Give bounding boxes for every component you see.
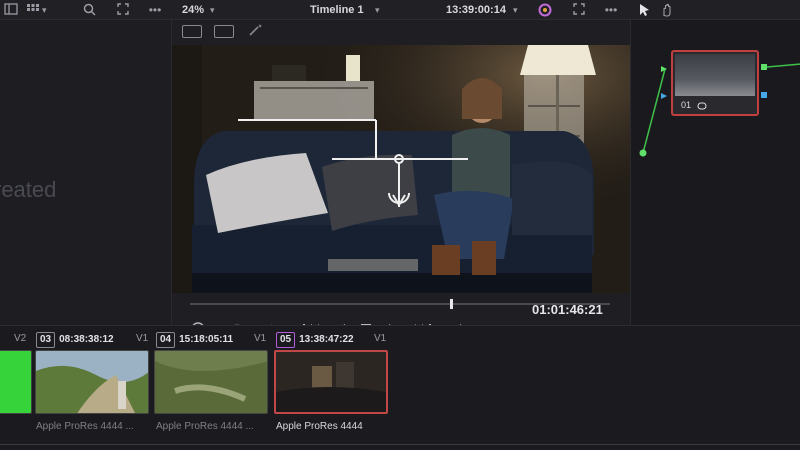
clip-thumbnail [36, 351, 148, 413]
clip-number: 05 [276, 332, 296, 348]
chevron-down-icon[interactable]: ▾ [42, 3, 47, 17]
node-corrector-icon [697, 102, 707, 110]
node-input-dot [639, 149, 647, 157]
clip-header: 05 13:38:47:22 [276, 332, 354, 348]
clip-timecode: 08:38:38:12 [59, 334, 114, 345]
expand-icon[interactable] [116, 3, 130, 17]
node-rgb-output-icon [761, 64, 767, 70]
clip-codec: Apple ProRes 4444 ... [36, 421, 134, 432]
record-timecode: 01:01:46:21 [532, 302, 603, 317]
clip-timeline: V2 03 08:38:38:12 V1 Apple ProRes 4444 ..… [0, 325, 800, 450]
left-panel-status-text: reated [0, 177, 57, 202]
timeline-clip[interactable] [35, 350, 149, 414]
node-editor-panel[interactable]: 01 [630, 20, 800, 325]
track-label: V2 [14, 333, 27, 344]
node-thumbnail [675, 54, 755, 96]
magic-wand-icon[interactable] [248, 23, 264, 40]
node-label: 01 [681, 100, 707, 110]
clip-header: 03 08:38:38:12 [36, 332, 114, 348]
resolve-color-page: ▾ ••• 24% ▾ Timeline 1 ▾ 13:39:00:14 ▾ •… [0, 0, 800, 450]
track-label: V1 [374, 333, 387, 344]
timeline-ruler[interactable] [0, 444, 800, 450]
top-toolbar: ▾ ••• 24% ▾ Timeline 1 ▾ 13:39:00:14 ▾ •… [0, 0, 800, 20]
clip-timecode: 13:38:47:22 [299, 334, 354, 345]
timeline-clip-selected[interactable] [274, 350, 388, 414]
viewer-video-frame[interactable] [172, 45, 630, 293]
timeline-chevron-icon[interactable]: ▾ [375, 3, 380, 17]
node-alpha-output-icon [761, 92, 767, 98]
clip-number: 04 [156, 332, 176, 348]
more-icon[interactable]: ••• [604, 3, 618, 17]
track-label: V1 [136, 333, 149, 344]
left-panel: reated [0, 20, 172, 325]
pointer-icon[interactable] [638, 3, 652, 17]
grid-icon[interactable] [26, 3, 40, 17]
split-screen-icon[interactable] [214, 25, 234, 38]
clip-timecode: 15:18:05:11 [179, 334, 234, 345]
zoom-level[interactable]: 24% [182, 3, 204, 17]
viewer-mode-icon[interactable] [182, 25, 202, 38]
viewer-area: 01:01:46:21 [172, 20, 630, 336]
clip-codec: Apple ProRes 4444 ... [156, 421, 254, 432]
clip-header: 04 15:18:05:11 [156, 332, 234, 348]
fullscreen-icon[interactable] [572, 3, 586, 17]
timeline-clip[interactable] [0, 350, 32, 414]
more-icon[interactable]: ••• [148, 3, 162, 17]
timeline-name[interactable]: Timeline 1 [310, 3, 364, 17]
panel-toggle-icon[interactable] [4, 3, 18, 17]
node-alpha-input-icon [661, 93, 667, 99]
track-label: V1 [254, 333, 267, 344]
clip-thumbnail [276, 352, 386, 412]
timecode-chevron-icon[interactable]: ▾ [513, 3, 518, 17]
viewer-tools [172, 20, 630, 44]
clip-codec: Apple ProRes 4444 [276, 421, 363, 432]
color-wheel-icon[interactable] [538, 3, 552, 17]
timeline-clip[interactable] [154, 350, 268, 414]
clip-number: 03 [36, 332, 56, 348]
video-frame-image [172, 45, 630, 293]
search-icon[interactable] [82, 3, 96, 17]
clip-thumbnail [155, 351, 267, 413]
source-timecode: 13:39:00:14 [446, 4, 506, 16]
hand-icon[interactable] [660, 3, 674, 17]
color-node-01[interactable]: 01 [671, 50, 759, 116]
zoom-chevron-icon[interactable]: ▾ [210, 3, 215, 17]
